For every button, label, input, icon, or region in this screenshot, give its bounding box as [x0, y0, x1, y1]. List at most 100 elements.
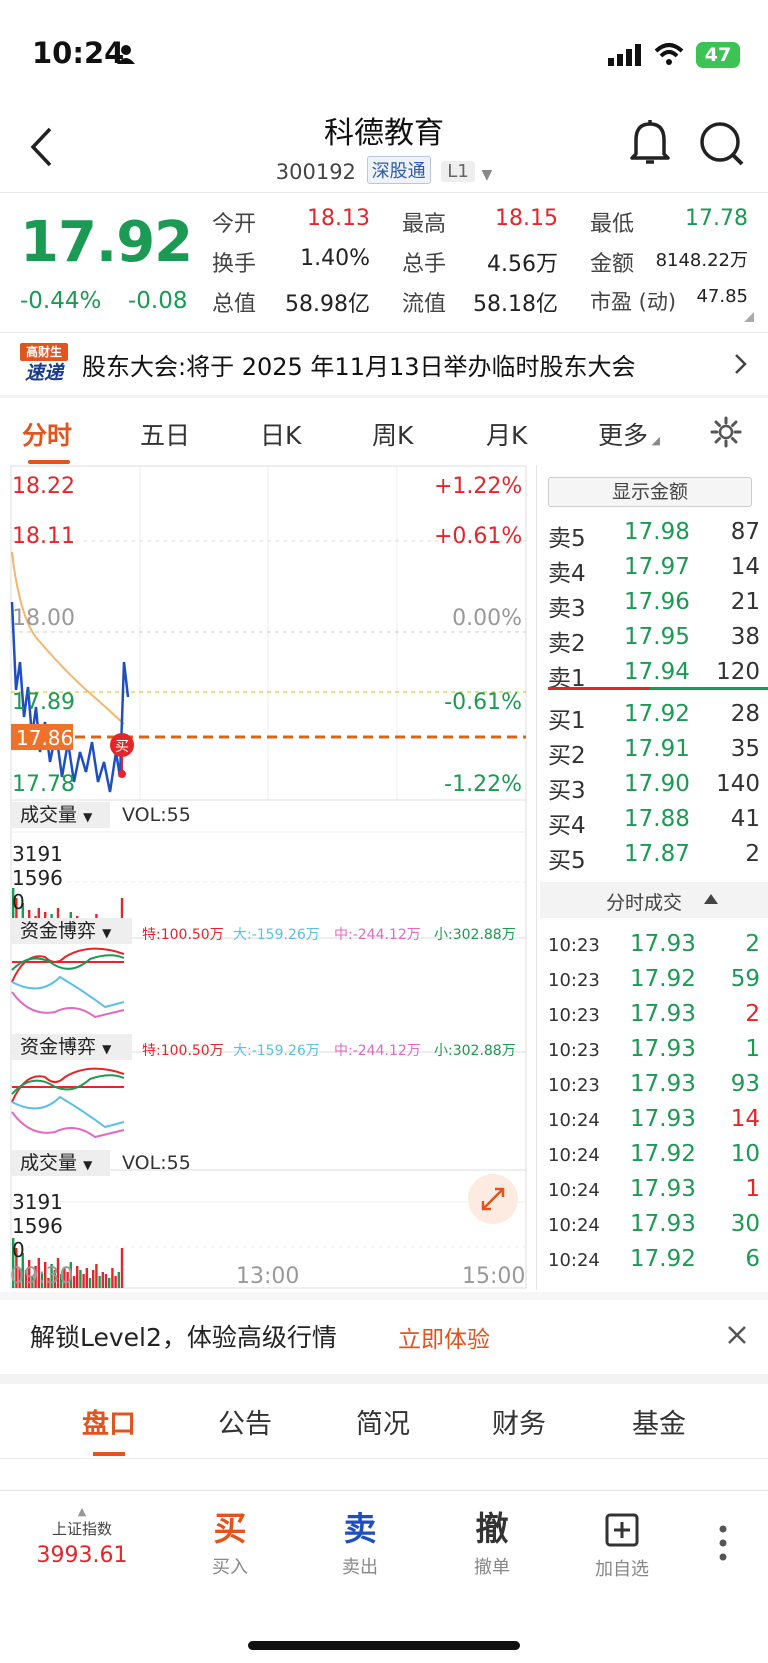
quote-value: 18.13: [307, 206, 370, 231]
pct-label-low: -1.22%: [444, 772, 522, 797]
chevron-right-icon: [735, 354, 747, 374]
tab-finance[interactable]: 财务: [492, 1402, 546, 1441]
vol2-tick-high: 3191: [12, 1190, 63, 1214]
volume-value-2: VOL:55: [122, 1152, 191, 1174]
bell-icon[interactable]: [628, 118, 672, 166]
index-quote[interactable]: ▲ 上证指数 3993.61: [32, 1505, 132, 1568]
volume-selector[interactable]: 成交量 ▼: [12, 802, 110, 828]
order-book-row[interactable]: 买2 17.91 35: [540, 736, 768, 770]
order-price: 17.91: [624, 736, 690, 762]
volume-bar: [111, 1268, 114, 1288]
show-amount-button[interactable]: 显示金额: [548, 477, 752, 507]
order-volume: 28: [730, 701, 760, 727]
tick-price: 17.93: [630, 1176, 696, 1202]
tick-volume: 1: [745, 1176, 760, 1202]
order-book-row[interactable]: 买1 17.92 28: [540, 701, 768, 735]
fund-selector-2[interactable]: 资金博弈 ▼: [12, 1034, 132, 1060]
tab-more[interactable]: 更多 ◢: [598, 416, 660, 452]
order-price: 17.98: [624, 519, 690, 545]
order-book-row[interactable]: 买4 17.88 41: [540, 806, 768, 840]
buy-button[interactable]: 买 买入: [180, 1509, 280, 1579]
tick-row: 10:23 17.92 59: [540, 966, 768, 1001]
volume-bar: [82, 1274, 85, 1288]
order-level-label: 买2: [548, 743, 586, 769]
tab-fund[interactable]: 基金: [632, 1402, 686, 1441]
tab-handicap[interactable]: 盘口: [82, 1402, 136, 1441]
order-price: 17.92: [624, 701, 690, 727]
tick-row: 10:24 17.93 14: [540, 1106, 768, 1141]
order-book-row[interactable]: 卖3 17.96 21: [540, 589, 768, 623]
tick-time: 10:23: [548, 970, 600, 991]
sell-ratio-bar: [548, 687, 650, 690]
header: 科德教育 300192 深股通 L1 ▼: [0, 100, 768, 192]
volume-bar: [85, 1268, 88, 1288]
fund-da-1: 大:-159.26万: [233, 927, 320, 943]
tab-daily-k[interactable]: 日K: [260, 416, 301, 452]
vol-tick-mid: 1596: [12, 866, 63, 890]
trade-bar: ▲ 上证指数 3993.61 买 买入 卖 卖出 撤 撤单 加自选: [0, 1490, 768, 1663]
cancel-order-button[interactable]: 撤 撤单: [442, 1509, 542, 1579]
ticks-list[interactable]: 10:23 17.92 251 10:23 17.93 2 10:2317.9259 10:2…: [540, 918, 768, 1288]
tick-volume: 59: [730, 966, 760, 992]
tick-time: 10:24: [548, 1250, 600, 1271]
order-level-label: 卖5: [548, 526, 586, 552]
tick-row: 10:24 17.92 10: [540, 1141, 768, 1176]
price-label-high: 18.22: [12, 474, 75, 499]
volume-value: VOL:55: [122, 804, 191, 826]
tick-row: 10:24 17.93 1: [540, 1176, 768, 1211]
level2-action[interactable]: 立即体验: [398, 1320, 490, 1354]
notice-bar[interactable]: 高财生 速递 股东大会:将于 2025 年11月13日举办临时股东大会: [0, 333, 768, 395]
add-watchlist-button[interactable]: 加自选: [572, 1509, 672, 1581]
tick-volume: 251: [716, 918, 760, 922]
level2-text: 解锁Level2，体验高级行情: [30, 1323, 337, 1352]
tick-price: 17.93: [630, 931, 696, 957]
info-tab-underline: [93, 1452, 125, 1456]
ticks-header[interactable]: 分时成交: [540, 882, 768, 918]
order-price: 17.95: [624, 624, 690, 650]
tick-row: 10:23 17.93 2: [540, 931, 768, 966]
sell-button[interactable]: 卖 卖出: [310, 1509, 410, 1579]
order-book-row[interactable]: 卖2 17.95 38: [540, 624, 768, 658]
order-level-label: 买5: [548, 848, 586, 874]
order-book-row[interactable]: 买3 17.90 140: [540, 771, 768, 805]
quote-value: 8148.22万: [655, 250, 748, 271]
quote-value: 4.56万: [487, 252, 558, 277]
volume-selector-2[interactable]: 成交量 ▼: [12, 1150, 110, 1176]
tab-weekly-k[interactable]: 周K: [372, 416, 413, 452]
quote-value: 58.98亿: [285, 292, 370, 317]
time-label-close: 15:00: [462, 1264, 526, 1289]
tab-five-day[interactable]: 五日: [140, 416, 190, 452]
tick-volume: 2: [745, 931, 760, 957]
tick-volume: 10: [730, 1141, 760, 1167]
quote-value: 47.85: [696, 286, 748, 307]
home-indicator: [248, 1641, 520, 1650]
tick-time: 10:23: [548, 1005, 600, 1026]
tick-price: 17.93: [630, 1036, 696, 1062]
tick-row: 10:23 17.93 1: [540, 1036, 768, 1071]
fund-te-1: 特:100.50万: [142, 927, 224, 943]
fund-xiao-2: 小:302.88万: [434, 1043, 516, 1059]
settings-gear-icon[interactable]: [710, 416, 742, 448]
tab-intraday[interactable]: 分时: [22, 416, 72, 452]
tick-price: 17.93: [630, 1106, 696, 1132]
person-icon: [117, 45, 135, 64]
order-book-row[interactable]: 卖5 17.98 87: [540, 519, 768, 553]
order-book-row[interactable]: 卖4 17.97 14: [540, 554, 768, 588]
status-time: 10:24: [32, 36, 125, 70]
order-book-row[interactable]: 买5 17.87 2: [540, 841, 768, 875]
volume-bar: [104, 1274, 108, 1288]
volume-bar: [76, 1266, 79, 1288]
more-vertical-icon[interactable]: [718, 1525, 728, 1561]
volume-bar: [120, 1248, 124, 1288]
order-price: 17.88: [624, 806, 690, 832]
close-icon[interactable]: [726, 1324, 748, 1346]
tab-monthly-k[interactable]: 月K: [486, 416, 527, 452]
search-icon[interactable]: [698, 120, 746, 168]
level2-banner[interactable]: 解锁Level2，体验高级行情 立即体验: [0, 1300, 768, 1374]
tab-overview[interactable]: 简况: [356, 1402, 410, 1441]
chevron-down-icon: ▼: [481, 167, 493, 183]
tab-announcements[interactable]: 公告: [218, 1402, 272, 1441]
volume-bar: [98, 1276, 101, 1288]
fund-selector-1[interactable]: 资金博弈 ▼: [12, 918, 132, 944]
tick-price: 17.92: [630, 1141, 696, 1167]
